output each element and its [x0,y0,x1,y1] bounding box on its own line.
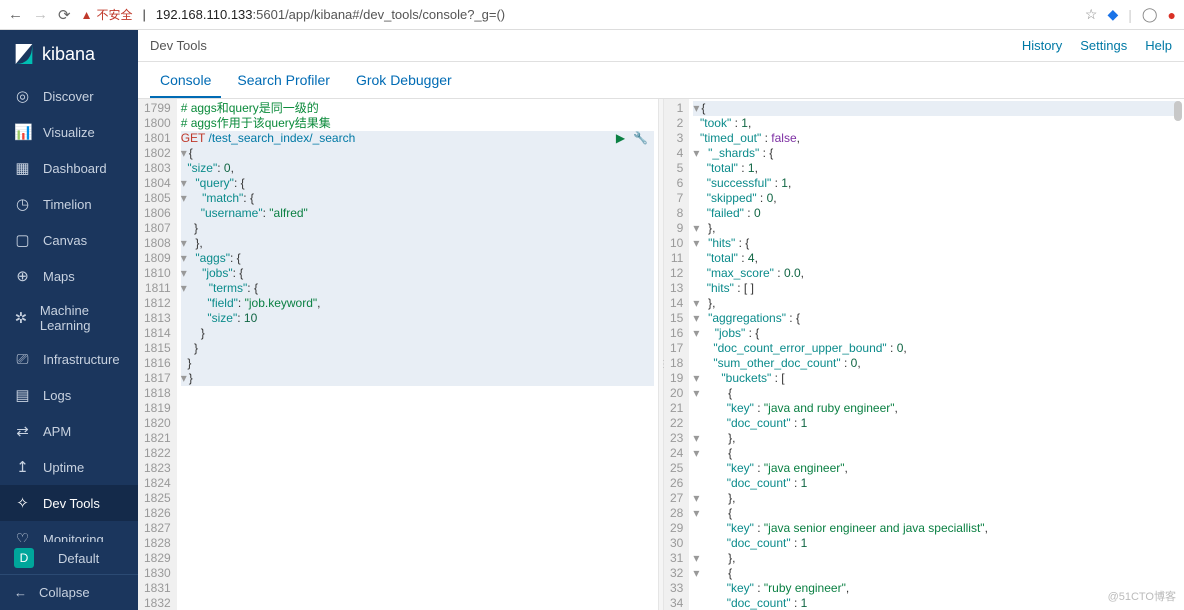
sidebar-icon: ◎ [14,87,31,105]
collapse-icon: ← [14,585,27,600]
top-link-settings[interactable]: Settings [1080,38,1127,53]
sidebar-icon: ▤ [14,386,31,404]
star-icon[interactable]: ☆ [1085,6,1098,23]
request-code[interactable]: # aggs和query是同一级的# aggs作用于该query结果集GET /… [177,99,658,610]
breadcrumb: Dev Tools [150,38,207,53]
sidebar-item-logs[interactable]: ▤ Logs [0,377,138,413]
sidebar-item-label: Monitoring [43,532,104,543]
play-icon[interactable]: ▶ [616,131,625,145]
request-editor[interactable]: 1799180018011802180318041805180618071808… [138,99,658,610]
sidebar-item-monitoring[interactable]: ♡ Monitoring [0,521,138,542]
ext-icon[interactable]: ◆ [1107,6,1118,23]
divider: | [1128,7,1132,23]
kibana-logo[interactable]: kibana [0,30,138,78]
scrollbar[interactable] [1174,101,1182,121]
response-viewer[interactable]: 1234567891011121314151617181920212223242… [664,99,1184,610]
sidebar-item-label: Dashboard [43,161,107,176]
sidebar-icon: ◷ [14,195,31,213]
extension-icons: ☆ ◆ | ◯ ● [1085,6,1176,23]
tab-search-profiler[interactable]: Search Profiler [227,62,340,98]
sidebar-item-label: APM [43,424,71,439]
response-code: ▾{ "took" : 1, "timed_out" : false,▾ "_s… [689,99,1184,610]
sidebar-item-label: Canvas [43,233,87,248]
sidebar-item-machine-learning[interactable]: ✲ Machine Learning [0,294,138,342]
collapse-button[interactable]: ← Collapse [0,574,138,610]
sidebar-item-dashboard[interactable]: ▦ Dashboard [0,150,138,186]
sidebar-item-label: Discover [43,89,94,104]
sidebar-icon: ⎚ [14,351,31,368]
sidebar-icon: ⊕ [14,267,31,285]
address-bar[interactable]: 192.168.110.133:5601/app/kibana#/dev_too… [156,7,1075,22]
browser-toolbar: ← → ⟳ ▲ 不安全 | 192.168.110.133:5601/app/k… [0,0,1184,30]
sidebar-item-infrastructure[interactable]: ⎚ Infrastructure [0,342,138,377]
back-icon[interactable]: ← [8,6,23,23]
sidebar-item-label: Infrastructure [43,352,120,367]
profile-icon[interactable]: ◯ [1142,6,1158,23]
sidebar-item-visualize[interactable]: 📊 Visualize [0,114,138,150]
tab-console[interactable]: Console [150,62,221,98]
sidebar-item-canvas[interactable]: ▢ Canvas [0,222,138,258]
watermark: @51CTO博客 [1108,588,1176,604]
forward-icon[interactable]: → [33,6,48,23]
close-icon[interactable]: ● [1168,7,1176,23]
sidebar-item-label: Dev Tools [43,496,100,511]
sidebar-icon: ⇄ [14,422,31,440]
insecure-badge: ▲ 不安全 [81,6,133,23]
sidebar-icon: ▢ [14,231,31,249]
sidebar-icon: ♡ [14,530,31,542]
sidebar-item-discover[interactable]: ◎ Discover [0,78,138,114]
sidebar: kibana ◎ Discover 📊 Visualize ▦ Dashboard ◷ Tim… [0,30,138,610]
sidebar-item-apm[interactable]: ⇄ APM [0,413,138,449]
brand-label: kibana [42,44,95,65]
sidebar-item-uptime[interactable]: ↥ Uptime [0,449,138,485]
top-link-history[interactable]: History [1022,38,1062,53]
sidebar-item-label: Visualize [43,125,95,140]
top-link-help[interactable]: Help [1145,38,1172,53]
space-label: Default [58,551,99,566]
response-gutter: 1234567891011121314151617181920212223242… [664,99,689,610]
space-badge[interactable]: D [14,548,34,568]
sidebar-item-label: Logs [43,388,71,403]
sidebar-item-label: Uptime [43,460,84,475]
kibana-logo-icon [14,42,34,66]
sidebar-icon: ▦ [14,159,31,177]
sidebar-icon: 📊 [14,123,31,141]
sidebar-icon: ✧ [14,494,31,512]
run-controls: ▶ 🔧 [616,131,648,145]
sidebar-item-dev-tools[interactable]: ✧ Dev Tools [0,485,138,521]
sidebar-item-label: Machine Learning [40,303,124,333]
sidebar-item-timelion[interactable]: ◷ Timelion [0,186,138,222]
sidebar-item-label: Maps [43,269,75,284]
reload-icon[interactable]: ⟳ [58,6,71,24]
sidebar-item-maps[interactable]: ⊕ Maps [0,258,138,294]
request-gutter: 1799180018011802180318041805180618071808… [138,99,177,610]
sidebar-icon: ✲ [14,309,28,327]
top-bar: Dev Tools History Settings Help [138,30,1184,62]
sidebar-icon: ↥ [14,458,31,476]
tab-strip: ConsoleSearch ProfilerGrok Debugger [138,62,1184,99]
collapse-label: Collapse [39,585,90,600]
wrench-icon[interactable]: 🔧 [633,131,648,145]
sidebar-item-label: Timelion [43,197,92,212]
tab-grok-debugger[interactable]: Grok Debugger [346,62,462,98]
